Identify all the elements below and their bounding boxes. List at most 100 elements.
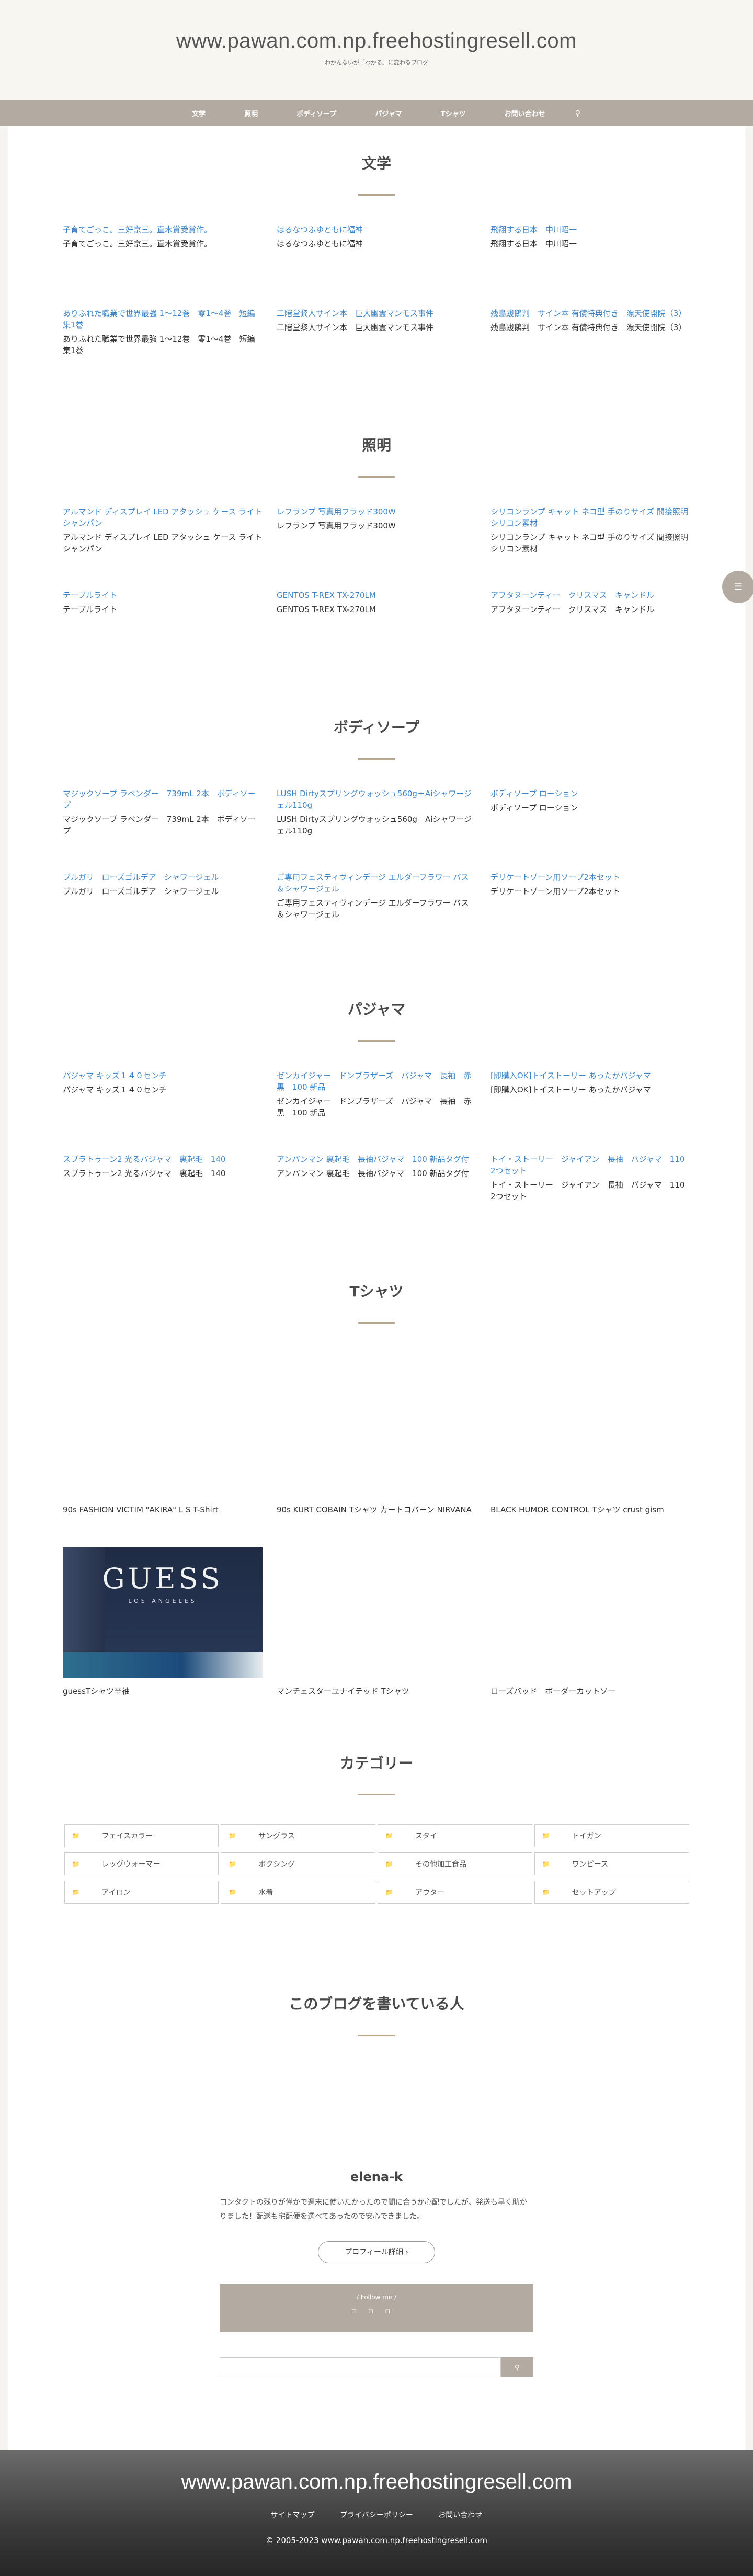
side-menu-button[interactable]: ☰ bbox=[722, 571, 753, 603]
category-link[interactable]: 📁 ワンピース bbox=[534, 1852, 689, 1875]
category-link[interactable]: 📁 トイガン bbox=[534, 1824, 689, 1847]
post-card[interactable]: テーブルライト テーブルライト bbox=[63, 590, 263, 661]
post-thumbnail-alt[interactable]: トイ・ストーリー ジャイアン 長袖 パジャマ 110 2つセット bbox=[490, 1155, 685, 1176]
post-card[interactable]: [即購入OK]トイストーリー あったかパジャマ [即購入OK]トイストーリー あっ… bbox=[490, 1070, 690, 1142]
post-title[interactable]: 飛翔する日本 中川昭一 bbox=[490, 238, 690, 250]
post-thumbnail-alt[interactable]: アンパンマン 裏起毛 長袖パジャマ 100 新品タグ付 bbox=[277, 1155, 469, 1164]
post-title[interactable]: レフランプ 写真用フラッド300W bbox=[277, 520, 476, 532]
post-card[interactable]: はるなつふゆともに福神 はるなつふゆともに福神 bbox=[277, 224, 476, 296]
post-title[interactable]: BLACK HUMOR CONTROL Tシャツ crust gism bbox=[490, 1504, 690, 1516]
footer-link-sitemap[interactable]: サイトマップ bbox=[271, 2511, 315, 2519]
post-title[interactable]: シリコンランプ キャット ネコ型 手のりサイズ 間接照明 シリコン素材 bbox=[490, 532, 690, 555]
post-card[interactable]: 残島跋鵝判 サイン本 有償特典付き 漂天使開院（3） 残島跋鵝判 サイン本 有償特… bbox=[490, 308, 690, 379]
post-thumbnail-alt[interactable]: スプラトゥーン2 光るパジャマ 裏起毛 140 bbox=[63, 1155, 225, 1164]
post-title[interactable]: マジックソープ ラベンダー 739mL 2本 ボディソープ bbox=[63, 814, 263, 837]
category-link[interactable]: 📁 アウター bbox=[378, 1881, 532, 1904]
post-title[interactable]: 90s FASHION VICTIM "AKIRA" L S T-Shirt bbox=[63, 1504, 263, 1516]
post-thumbnail-alt[interactable]: はるなつふゆともに福神 bbox=[277, 225, 363, 234]
post-card[interactable]: 90s FASHION VICTIM "AKIRA" L S T-Shirt bbox=[63, 1352, 263, 1516]
post-title[interactable]: アフタヌーンティー クリスマス キャンドル bbox=[490, 604, 690, 616]
post-title[interactable]: [即購入OK]トイストーリー あったかパジャマ bbox=[490, 1084, 690, 1096]
post-thumbnail[interactable] bbox=[277, 1352, 476, 1504]
post-title[interactable]: 残島跋鵝判 サイン本 有償特典付き 漂天使開院（3） bbox=[490, 322, 690, 334]
post-card[interactable]: シリコンランプ キャット ネコ型 手のりサイズ 間接照明 シリコン素材 シリコンラ… bbox=[490, 506, 690, 578]
post-thumbnail-alt[interactable]: [即購入OK]トイストーリー あったかパジャマ bbox=[490, 1071, 651, 1080]
post-title[interactable]: テーブルライト bbox=[63, 604, 263, 616]
facebook-icon[interactable]: ▫ bbox=[368, 2306, 385, 2315]
post-title[interactable]: ありふれた職業で世界最強 1〜12巻 零1〜4巻 短編集1巻 bbox=[63, 333, 263, 357]
category-link[interactable]: 📁 サングラス bbox=[221, 1824, 375, 1847]
post-title[interactable]: ゼンカイジャー ドンブラザーズ パジャマ 長袖 赤 黒 100 新品 bbox=[277, 1095, 479, 1119]
post-thumbnail-alt[interactable]: レフランプ 写真用フラッド300W bbox=[277, 507, 396, 516]
post-thumbnail[interactable] bbox=[490, 1547, 690, 1678]
post-title[interactable]: パジャマ キッズ１４０センチ bbox=[63, 1084, 263, 1096]
post-thumbnail-alt[interactable]: 二階堂黎人サイン本 巨大幽霊マンモス事件 bbox=[277, 309, 433, 318]
post-title[interactable]: ブルガリ ローズゴルデア シャワージェル bbox=[63, 886, 263, 898]
instagram-icon[interactable]: ▫ bbox=[385, 2306, 402, 2315]
category-link[interactable]: 📁 ボクシング bbox=[221, 1852, 375, 1875]
post-title[interactable]: アルマンド ディスプレイ LED アタッシュ ケース ライト シャンパン bbox=[63, 532, 263, 555]
post-title[interactable]: GENTOS T-REX TX-270LM bbox=[277, 604, 476, 616]
post-card[interactable]: ありふれた職業で世界最強 1〜12巻 零1〜4巻 短編集1巻 ありふれた職業で世界… bbox=[63, 308, 263, 379]
post-title[interactable]: guessTシャツ半袖 bbox=[63, 1686, 263, 1698]
search-button[interactable]: ⚲ bbox=[501, 2357, 533, 2378]
post-thumbnail[interactable] bbox=[63, 1352, 263, 1504]
post-card[interactable]: LUSH Dirtyスプリングウォッシュ560g＋Aiシャワージェル110g LU… bbox=[277, 788, 476, 860]
post-thumbnail-alt[interactable]: アルマンド ディスプレイ LED アタッシュ ケース ライト シャンパン bbox=[63, 507, 262, 528]
post-title[interactable]: マンチェスターユナイテッド Tシャツ bbox=[277, 1686, 476, 1698]
post-card[interactable]: 子育てごっこ。三好京三。直木賞受賞作。 子育てごっこ。三好京三。直木賞受賞作。 bbox=[63, 224, 263, 296]
post-title[interactable]: ご専用フェスティヴィンデージ エルダーフラワー バス ＆シャワージェル bbox=[277, 897, 476, 921]
post-card[interactable]: ゼンカイジャー ドンブラザーズ パジャマ 長袖 赤 黒 100 新品 ゼンカイジャ… bbox=[277, 1070, 479, 1142]
post-card[interactable]: ご専用フェスティヴィンデージ エルダーフラワー バス ＆シャワージェル ご専用フェ… bbox=[277, 872, 476, 943]
post-card[interactable]: アルマンド ディスプレイ LED アタッシュ ケース ライト シャンパン アルマン… bbox=[63, 506, 263, 578]
nav-item-tshirt[interactable]: Tシャツ bbox=[441, 108, 466, 118]
nav-item-contact[interactable]: お問い合わせ bbox=[505, 108, 545, 118]
post-thumbnail-alt[interactable]: ボディソープ ローション bbox=[490, 789, 578, 798]
post-thumbnail[interactable] bbox=[490, 1352, 690, 1504]
post-thumbnail-alt[interactable]: 飛翔する日本 中川昭一 bbox=[490, 225, 577, 234]
category-link[interactable]: 📁 その他加工食品 bbox=[378, 1852, 532, 1875]
post-title[interactable]: 子育てごっこ。三好京三。直木賞受賞作。 bbox=[63, 238, 263, 250]
site-title-link[interactable]: www.pawan.com.np.freehostingresell.com bbox=[176, 29, 577, 52]
post-thumbnail-alt[interactable]: 子育てごっこ。三好京三。直木賞受賞作。 bbox=[63, 225, 212, 234]
post-thumbnail-alt[interactable]: ゼンカイジャー ドンブラザーズ パジャマ 長袖 赤 黒 100 新品 bbox=[277, 1071, 479, 1092]
post-card[interactable]: マンチェスターユナイテッド Tシャツ bbox=[277, 1547, 476, 1698]
post-title[interactable]: 90s KURT COBAIN Tシャツ カートコバーン NIRVANA bbox=[277, 1504, 476, 1516]
category-link[interactable]: 📁 水着 bbox=[221, 1881, 375, 1904]
post-title[interactable]: LUSH Dirtyスプリングウォッシュ560g＋Aiシャワージェル110g bbox=[277, 814, 476, 837]
category-link[interactable]: 📁 レッグウォーマー bbox=[64, 1852, 219, 1875]
profile-detail-button[interactable]: プロフィール詳細 › bbox=[318, 2241, 435, 2264]
post-thumbnail[interactable] bbox=[277, 1547, 476, 1678]
nav-item-shoumei[interactable]: 照明 bbox=[244, 108, 258, 118]
category-link[interactable]: 📁 フェイスカラー bbox=[64, 1824, 219, 1847]
post-thumbnail-alt[interactable]: アフタヌーンティー クリスマス キャンドル bbox=[490, 591, 654, 600]
post-thumbnail-alt[interactable]: LUSH Dirtyスプリングウォッシュ560g＋Aiシャワージェル110g bbox=[277, 789, 472, 810]
post-title[interactable]: トイ・ストーリー ジャイアン 長袖 パジャマ 110 2つセット bbox=[490, 1179, 690, 1203]
search-icon[interactable]: ⚲ bbox=[575, 109, 580, 118]
post-card[interactable]: アフタヌーンティー クリスマス キャンドル アフタヌーンティー クリスマス キャン… bbox=[490, 590, 690, 661]
footer-link-privacy[interactable]: プライバシーポリシー bbox=[340, 2511, 413, 2519]
twitter-icon[interactable]: ▫ bbox=[351, 2306, 368, 2315]
footer-link-contact[interactable]: お問い合わせ bbox=[438, 2511, 482, 2519]
post-card[interactable]: 飛翔する日本 中川昭一 飛翔する日本 中川昭一 bbox=[490, 224, 690, 296]
post-thumbnail-alt[interactable]: デリケートゾーン用ソープ2本セット bbox=[490, 873, 620, 882]
post-card[interactable]: GENTOS T-REX TX-270LM GENTOS T-REX TX-270… bbox=[277, 590, 476, 661]
category-link[interactable]: 📁 アイロン bbox=[64, 1881, 219, 1904]
post-card[interactable]: 二階堂黎人サイン本 巨大幽霊マンモス事件 二階堂黎人サイン本 巨大幽霊マンモス事件 bbox=[277, 308, 476, 379]
post-card[interactable]: レフランプ 写真用フラッド300W レフランプ 写真用フラッド300W bbox=[277, 506, 476, 578]
nav-item-bungaku[interactable]: 文学 bbox=[192, 108, 206, 118]
post-card[interactable]: スプラトゥーン2 光るパジャマ 裏起毛 140 スプラトゥーン2 光るパジャマ 裏… bbox=[63, 1154, 263, 1225]
post-card[interactable]: アンパンマン 裏起毛 長袖パジャマ 100 新品タグ付 アンパンマン 裏起毛 長袖… bbox=[277, 1154, 476, 1225]
nav-item-body-soap[interactable]: ボディソープ bbox=[296, 108, 336, 118]
category-link[interactable]: 📁 セットアップ bbox=[534, 1881, 689, 1904]
post-thumbnail-alt[interactable]: テーブルライト bbox=[63, 591, 117, 600]
post-thumbnail-guess-shirt[interactable]: GUESS LOS ANGELES bbox=[63, 1547, 263, 1678]
category-link[interactable]: 📁 スタイ bbox=[378, 1824, 532, 1847]
post-thumbnail-alt[interactable]: GENTOS T-REX TX-270LM bbox=[277, 591, 376, 600]
post-card[interactable]: GUESS LOS ANGELES guessTシャツ半袖 bbox=[63, 1547, 263, 1698]
post-card[interactable]: パジャマ キッズ１４０センチ パジャマ キッズ１４０センチ bbox=[63, 1070, 263, 1142]
post-thumbnail-alt[interactable]: パジャマ キッズ１４０センチ bbox=[63, 1071, 167, 1080]
post-card[interactable]: BLACK HUMOR CONTROL Tシャツ crust gism bbox=[490, 1352, 690, 1516]
post-title[interactable]: 二階堂黎人サイン本 巨大幽霊マンモス事件 bbox=[277, 322, 476, 334]
footer-site-title[interactable]: www.pawan.com.np.freehostingresell.com bbox=[181, 2470, 572, 2493]
